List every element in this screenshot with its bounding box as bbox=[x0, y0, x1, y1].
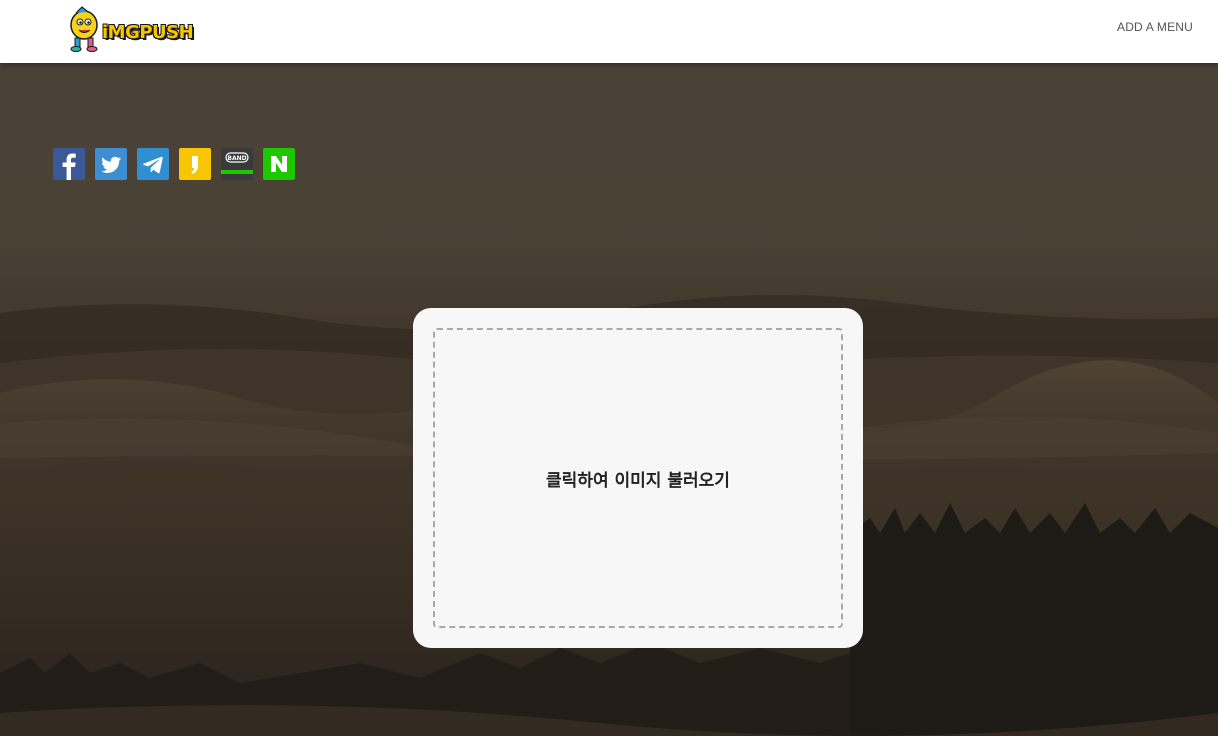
svg-text:BAND: BAND bbox=[227, 155, 246, 162]
upload-card: 클릭하여 이미지 불러오기 bbox=[413, 308, 863, 648]
kakaostory-share-button[interactable] bbox=[179, 148, 211, 180]
hero-section: BAND 클릭하여 이미지 불러오기 bbox=[0, 63, 1218, 736]
twitter-icon bbox=[95, 148, 127, 180]
band-icon: BAND bbox=[221, 148, 253, 180]
naver-icon bbox=[263, 148, 295, 180]
logo-text: iMGPUSH bbox=[102, 21, 194, 43]
dropzone-label: 클릭하여 이미지 불러오기 bbox=[546, 470, 730, 491]
kakaostory-icon bbox=[179, 148, 211, 180]
image-dropzone[interactable]: 클릭하여 이미지 불러오기 bbox=[433, 328, 843, 628]
add-menu-link[interactable]: ADD A MENU bbox=[1117, 20, 1193, 34]
share-bar: BAND bbox=[53, 148, 295, 180]
telegram-icon bbox=[137, 148, 169, 180]
top-header: iMGPUSH ADD A MENU bbox=[0, 0, 1218, 63]
facebook-share-button[interactable] bbox=[53, 148, 85, 180]
site-logo[interactable]: iMGPUSH bbox=[66, 4, 196, 54]
naver-share-button[interactable] bbox=[263, 148, 295, 180]
twitter-share-button[interactable] bbox=[95, 148, 127, 180]
lemon-mascot-icon bbox=[70, 6, 98, 52]
band-share-button[interactable]: BAND bbox=[221, 148, 253, 180]
facebook-icon bbox=[53, 148, 85, 180]
telegram-share-button[interactable] bbox=[137, 148, 169, 180]
